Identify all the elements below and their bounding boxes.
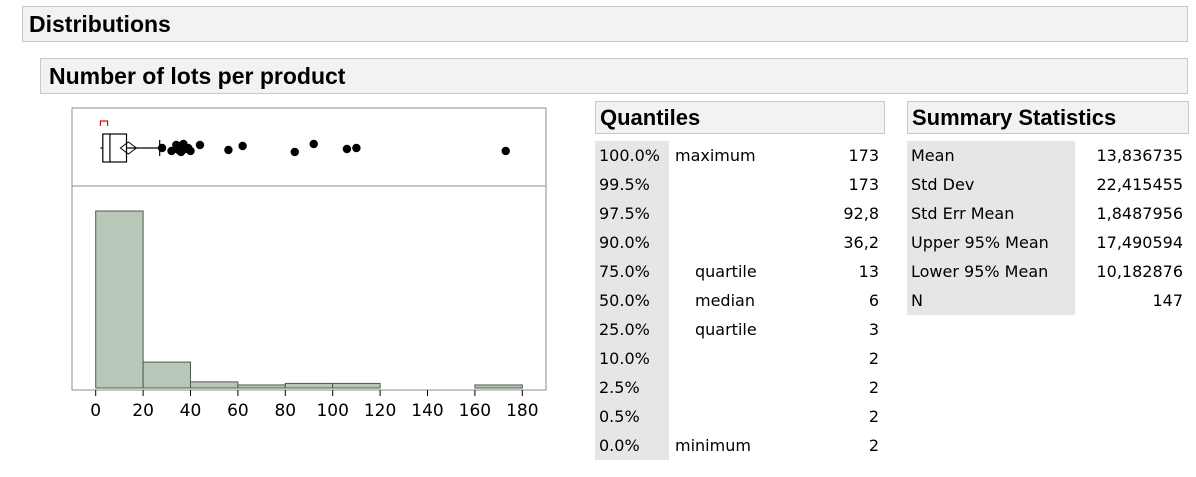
quantile-description: maximum [675, 146, 756, 165]
quantile-value: 173 [848, 146, 879, 165]
outlier-point [157, 143, 167, 153]
quantile-value: 13 [858, 262, 879, 281]
x-tick-label: 80 [274, 401, 296, 421]
summary-row: Std Dev 22,415455 [907, 170, 1183, 199]
histogram-bar [332, 382, 381, 389]
quantile-percent: 0.0% [595, 431, 669, 460]
quantile-percent: 0.5% [595, 402, 669, 431]
x-tick-label: 20 [132, 401, 154, 421]
quantile-row: 10.0% 2 [595, 344, 879, 373]
quantiles-header[interactable]: Quantiles [595, 101, 885, 134]
summary-row: N 147 [907, 286, 1183, 315]
quantile-percent: 90.0% [595, 228, 669, 257]
summary-row: Mean 13,836735 [907, 141, 1183, 170]
outlier-point [309, 139, 318, 149]
quantile-row: 75.0% quartile 13 [595, 257, 879, 286]
summary-label: Upper 95% Mean [907, 228, 1075, 257]
quantile-value: 92,8 [843, 204, 879, 223]
x-tick-label: 60 [227, 401, 249, 421]
summary-row: Lower 95% Mean 10,182876 [907, 257, 1183, 286]
quantile-value: 173 [848, 175, 879, 194]
outlier-point [195, 140, 205, 150]
outlier-point [290, 147, 299, 157]
quantile-percent: 10.0% [595, 344, 669, 373]
outlier-point [342, 144, 352, 154]
histogram-bar [95, 210, 144, 389]
summary-value: 17,490594 [1096, 233, 1183, 252]
histogram-bar [237, 384, 286, 389]
distributions-header[interactable]: Distributions [22, 6, 1188, 42]
quantile-row: 0.0% minimum 2 [595, 431, 879, 460]
summary-label: Mean [907, 141, 1075, 170]
x-tick-label: 180 [506, 401, 538, 421]
summary-value: 10,182876 [1096, 262, 1183, 281]
summary-label: Std Dev [907, 170, 1075, 199]
summary-label: N [907, 286, 1075, 315]
quantile-row: 2.5% 2 [595, 373, 879, 402]
summary-value: 1,8487956 [1096, 204, 1183, 223]
quantiles-table: 100.0% maximum 173 99.5% 173 97.5% 92,8 90.0% 36… [595, 141, 879, 461]
quantile-percent: 2.5% [595, 373, 669, 402]
quantile-value: 2 [868, 436, 879, 455]
quantile-row: 25.0% quartile 3 [595, 315, 879, 344]
quantile-value: 6 [868, 291, 879, 310]
quantile-value: 2 [868, 349, 879, 368]
quantile-description: quartile [695, 262, 757, 281]
box-iqr [102, 133, 128, 163]
x-tick-label: 0 [90, 401, 101, 421]
outlier-point [224, 145, 233, 155]
summary-value: 22,415455 [1096, 175, 1183, 194]
quantile-percent: 97.5% [595, 199, 669, 228]
quantile-value: 2 [868, 378, 879, 397]
x-tick-label: 100 [316, 401, 348, 421]
summary-row: Upper 95% Mean 17,490594 [907, 228, 1183, 257]
x-tick-label: 140 [411, 401, 443, 421]
quantile-description: quartile [695, 320, 757, 339]
summary-statistics-header[interactable]: Summary Statistics [907, 101, 1189, 134]
quantile-row: 0.5% 2 [595, 402, 879, 431]
quantile-row: 97.5% 92,8 [595, 199, 879, 228]
quantile-value: 2 [868, 407, 879, 426]
summary-label: Lower 95% Mean [907, 257, 1075, 286]
outlier-point [352, 143, 361, 153]
summary-value: 147 [1152, 291, 1183, 310]
quantile-row: 50.0% median 6 [595, 286, 879, 315]
outlier-point [238, 141, 247, 151]
x-tick-label: 160 [459, 401, 491, 421]
summary-label: Std Err Mean [907, 199, 1075, 228]
quantile-percent: 99.5% [595, 170, 669, 199]
x-tick-label: 120 [364, 401, 396, 421]
histogram-bar [474, 384, 523, 389]
quantile-percent: 50.0% [595, 286, 669, 315]
variable-header[interactable]: Number of lots per product [40, 58, 1188, 94]
histogram-bar [190, 381, 239, 389]
quantile-percent: 75.0% [595, 257, 669, 286]
quantile-percent: 25.0% [595, 315, 669, 344]
quantile-row: 99.5% 173 [595, 170, 879, 199]
x-tick-label: 40 [180, 401, 202, 421]
summary-statistics-table: Mean 13,836735 Std Dev 22,415455 Std Err Mea… [907, 141, 1183, 321]
summary-row: Std Err Mean 1,8487956 [907, 199, 1183, 228]
quantile-row: 100.0% maximum 173 [595, 141, 879, 170]
summary-value: 13,836735 [1096, 146, 1183, 165]
distribution-chart: 0 20 40 60 80 100 120 140 160 180 [71, 107, 547, 421]
histogram-bar [284, 382, 334, 389]
quantile-percent: 100.0% [595, 141, 669, 170]
histogram-bar [142, 361, 192, 389]
quantile-description: minimum [675, 436, 751, 455]
outlier-point [501, 146, 510, 156]
quantile-description: median [695, 291, 755, 310]
quantile-value: 36,2 [843, 233, 879, 252]
outlier-point [186, 146, 195, 156]
quantile-value: 3 [868, 320, 879, 339]
quantile-row: 90.0% 36,2 [595, 228, 879, 257]
